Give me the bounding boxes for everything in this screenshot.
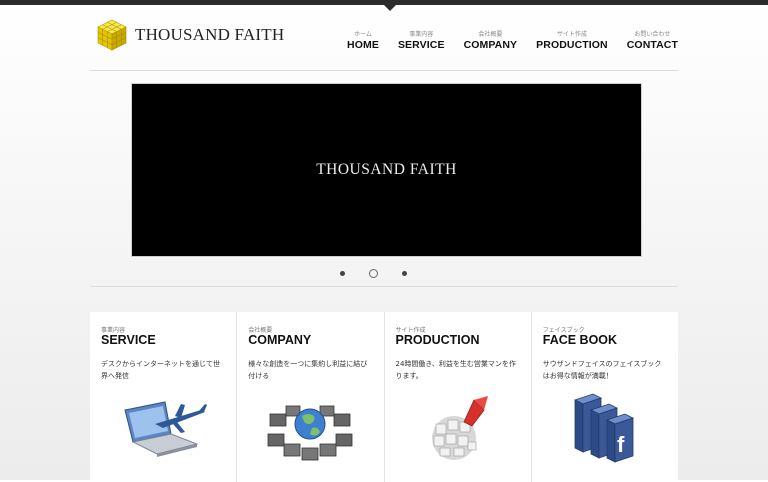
card-service[interactable]: 事業内容 SERVICE デスクからインターネットを通じて世界へ発信 <box>90 312 238 482</box>
nav-production-sub: サイト作成 <box>556 31 587 38</box>
card-facebook-title: FACE BOOK <box>542 333 618 347</box>
card-company-desc: 様々な創造を一つに集約し利益に結び付ける <box>248 360 368 380</box>
main-nav: ホーム HOME 事業内容 SERVICE 会社概要 COMPANY サイト作成… <box>347 31 678 52</box>
top-bar-notch <box>384 5 396 11</box>
card-production-title: PRODUCTION <box>395 333 480 347</box>
section-divider <box>90 286 678 287</box>
nav-contact-sub: お問い合わせ <box>634 31 671 38</box>
nav-service[interactable]: 事業内容 SERVICE <box>398 31 445 52</box>
nav-contact[interactable]: お問い合わせ CONTACT <box>627 31 678 52</box>
slider-dot-2-active[interactable] <box>369 269 378 278</box>
facebook-cubes-icon: f <box>573 393 634 463</box>
cube-sphere-arrow-icon <box>431 396 488 460</box>
nav-company-sub: 会社概要 <box>478 31 503 38</box>
slider-pagination <box>338 268 412 280</box>
nav-home-sub: ホーム <box>354 31 372 38</box>
slider-dot-3[interactable] <box>402 271 407 276</box>
card-company[interactable]: 会社概要 COMPANY 様々な創造を一つに集約し利益に結び付ける <box>237 312 385 482</box>
nav-service-label: SERVICE <box>397 39 445 51</box>
nav-production[interactable]: サイト作成 PRODUCTION <box>536 31 608 52</box>
card-facebook[interactable]: フェイスブック FACE BOOK サウザンドフェイスのフェイスブックはお得な情… <box>531 312 678 482</box>
logo-cube-icon <box>97 19 127 51</box>
card-production[interactable]: サイト作成 PRODUCTION 24時間働き、利益を生む営業マンを作ります。 <box>384 312 532 482</box>
nav-home[interactable]: ホーム HOME <box>347 31 379 52</box>
nav-production-label: PRODUCTION <box>536 39 608 51</box>
hero-title: THOUSAND FAITH <box>316 161 457 178</box>
card-service-title: SERVICE <box>101 333 156 347</box>
nav-company[interactable]: 会社概要 COMPANY <box>464 31 518 52</box>
card-service-desc: デスクからインターネットを通じて世界へ発信 <box>101 360 220 380</box>
nav-home-label: HOME <box>347 39 379 51</box>
slider-dot-1[interactable] <box>340 271 345 276</box>
card-production-desc: 24時間働き、利益を生む営業マンを作ります。 <box>395 360 516 380</box>
header-divider <box>90 70 678 71</box>
globe-network-icon <box>267 405 353 461</box>
nav-service-sub: 事業内容 <box>409 31 434 38</box>
card-company-title: COMPANY <box>248 333 312 347</box>
logo-text: THOUSAND FAITH <box>135 25 285 44</box>
laptop-airplane-icon <box>124 401 207 457</box>
hero-slider[interactable]: THOUSAND FAITH <box>132 84 641 256</box>
site-logo[interactable]: THOUSAND FAITH <box>95 18 284 52</box>
feature-cards: 事業内容 SERVICE デスクからインターネットを通じて世界へ発信 会社概要 … <box>90 312 678 482</box>
card-facebook-desc: サウザンドフェイスのフェイスブックはお得な情報が満載！ <box>542 360 662 380</box>
nav-company-label: COMPANY <box>463 39 518 51</box>
svg-text:f: f <box>617 432 625 457</box>
nav-contact-label: CONTACT <box>626 39 678 51</box>
